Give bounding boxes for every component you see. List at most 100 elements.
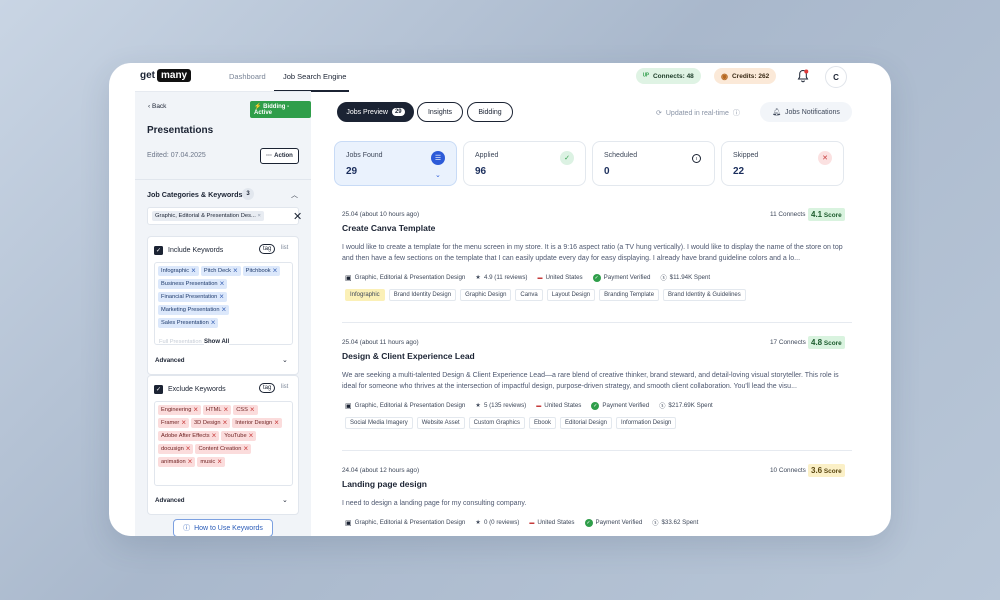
keyword-chip[interactable]: Financial Presentation × bbox=[158, 292, 227, 302]
stat-scheduled[interactable]: Scheduled 0 ı bbox=[592, 141, 715, 186]
job-tag[interactable]: Canva bbox=[515, 289, 543, 301]
remove-icon[interactable]: × bbox=[186, 445, 191, 453]
tag-toggle[interactable]: tag bbox=[259, 244, 276, 254]
keyword-chip[interactable]: Pitchbook × bbox=[242, 266, 281, 276]
stat-jobs-found[interactable]: Jobs Found 29 ☰ ⌄ bbox=[334, 141, 457, 186]
job-meta: ▣ Graphic, Editorial & Presentation Desig… bbox=[345, 518, 698, 527]
bell-icon[interactable] bbox=[797, 69, 809, 83]
remove-icon[interactable]: × bbox=[211, 319, 216, 327]
exclude-checkbox[interactable]: ✓ bbox=[154, 385, 163, 394]
chevron-down-icon[interactable]: ⌄ bbox=[282, 496, 288, 504]
logo[interactable]: get many bbox=[140, 69, 192, 82]
tab-jobs-preview[interactable]: Jobs Preview 29 bbox=[337, 102, 414, 122]
job-tag[interactable]: Editorial Design bbox=[560, 417, 613, 429]
job-tag[interactable]: Brand Identity Design bbox=[388, 289, 457, 301]
remove-icon[interactable]: × bbox=[191, 267, 196, 275]
job-tag[interactable]: Information Design bbox=[616, 417, 677, 429]
keyword-chip[interactable]: Interior Design × bbox=[232, 418, 282, 428]
remove-icon[interactable]: × bbox=[249, 432, 254, 440]
keyword-chip[interactable]: HTML × bbox=[203, 405, 232, 415]
job-tag[interactable]: Layout Design bbox=[546, 289, 596, 301]
keyword-chip[interactable]: Business Presentation × bbox=[158, 279, 228, 289]
credits-badge[interactable]: ◉ Credits: 262 bbox=[714, 68, 777, 84]
keyword-chip[interactable]: animation × bbox=[158, 457, 196, 467]
remove-icon[interactable]: × bbox=[243, 445, 248, 453]
chevron-down-icon[interactable]: ⌄ bbox=[282, 356, 288, 364]
keyword-chip[interactable]: YouTube × bbox=[221, 431, 257, 441]
remove-icon[interactable]: × bbox=[273, 267, 278, 275]
job-tag[interactable]: Website Asset bbox=[416, 417, 465, 429]
remove-icon[interactable]: × bbox=[220, 280, 225, 288]
job-card[interactable]: 24.04 (about 12 hours ago) 10 Connects 3… bbox=[342, 464, 852, 536]
job-tag[interactable]: Ebook bbox=[528, 417, 556, 429]
exclude-keywords-area[interactable]: Engineering × HTML × CSS × Framer × 3D Design × In… bbox=[154, 401, 293, 486]
keyword-chip[interactable]: music × bbox=[197, 457, 225, 467]
job-tag[interactable]: Graphic Design bbox=[460, 289, 512, 301]
avatar[interactable]: C bbox=[825, 66, 847, 88]
remove-icon[interactable]: × bbox=[217, 458, 222, 466]
info-icon[interactable]: ⓘ bbox=[733, 108, 740, 118]
keyword-chip[interactable]: Infographic × bbox=[158, 266, 199, 276]
category-select[interactable]: Graphic, Editorial & Presentation Des...… bbox=[147, 207, 302, 225]
keyword-chip[interactable]: docusign × bbox=[158, 444, 194, 454]
back-link[interactable]: ‹ Back bbox=[148, 103, 166, 110]
chevron-down-icon[interactable]: ⌄ bbox=[435, 171, 441, 179]
keyword-chip[interactable]: Sales Presentation × bbox=[158, 318, 219, 328]
job-tag[interactable]: Custom Graphics bbox=[468, 417, 525, 429]
keyword-chip[interactable]: 3D Design × bbox=[191, 418, 231, 428]
stat-skipped[interactable]: Skipped 22 ✕ bbox=[721, 141, 844, 186]
keyword-chip[interactable]: Framer × bbox=[158, 418, 189, 428]
remove-icon[interactable]: × bbox=[223, 419, 228, 427]
keyword-chip[interactable]: Marketing Presentation × bbox=[158, 305, 230, 315]
remove-icon[interactable]: × bbox=[212, 432, 217, 440]
keyword-chip[interactable]: Engineering × bbox=[158, 405, 202, 415]
star-icon: ★ bbox=[475, 519, 481, 526]
clear-icon[interactable]: ✕ bbox=[293, 210, 302, 223]
nav-tab-job-search-engine[interactable]: Job Search Engine bbox=[283, 72, 346, 81]
stat-applied[interactable]: Applied 96 ✓ bbox=[463, 141, 586, 186]
keyword-chip[interactable]: CSS × bbox=[233, 405, 258, 415]
remove-icon[interactable]: × bbox=[193, 406, 198, 414]
list-toggle[interactable]: list bbox=[281, 245, 288, 251]
remove-icon[interactable]: × bbox=[250, 406, 255, 414]
job-tag[interactable]: Social Media Imagery bbox=[345, 417, 413, 429]
advanced-toggle[interactable]: Advanced bbox=[155, 357, 185, 364]
include-keywords-area[interactable]: Infographic × Pitch Deck × Pitchbook × Busines… bbox=[154, 262, 293, 345]
remove-icon[interactable]: × bbox=[224, 406, 229, 414]
job-tag[interactable]: Branding Template bbox=[599, 289, 660, 301]
nav-tab-dashboard[interactable]: Dashboard bbox=[229, 72, 266, 81]
stat-label: Applied bbox=[475, 152, 499, 159]
advanced-toggle[interactable]: Advanced bbox=[155, 497, 185, 504]
remove-icon[interactable]: × bbox=[233, 267, 238, 275]
remove-icon[interactable]: × bbox=[188, 458, 193, 466]
remove-icon[interactable]: × bbox=[181, 419, 186, 427]
job-title[interactable]: Landing page design bbox=[342, 479, 427, 489]
job-title[interactable]: Design & Client Experience Lead bbox=[342, 351, 475, 361]
remove-icon[interactable]: × bbox=[257, 213, 260, 219]
jobs-notifications-button[interactable]: 🔔︎ Jobs Notifications bbox=[760, 102, 852, 122]
keyword-chip[interactable]: Pitch Deck × bbox=[200, 266, 241, 276]
chevron-up-icon[interactable]: ︿ bbox=[291, 190, 298, 200]
job-title[interactable]: Create Canva Template bbox=[342, 223, 435, 233]
remove-icon[interactable]: × bbox=[274, 419, 279, 427]
list-toggle[interactable]: list bbox=[281, 384, 288, 390]
remove-icon[interactable]: × bbox=[222, 306, 227, 314]
include-checkbox[interactable]: ✓ bbox=[154, 246, 163, 255]
keyword-chip[interactable]: Adobe After Effects × bbox=[158, 431, 220, 441]
job-card[interactable]: 25.04 (about 10 hours ago) 11 Connects 4… bbox=[342, 208, 852, 311]
credits-label: Credits: 262 bbox=[731, 72, 770, 80]
connects-badge[interactable]: ᵁᴾ Connects: 48 bbox=[636, 68, 701, 84]
how-to-use-keywords-button[interactable]: ⓘ How to Use Keywords bbox=[173, 519, 273, 536]
job-tag[interactable]: Brand Identity & Guidelines bbox=[663, 289, 746, 301]
flag-icon: ▬ bbox=[536, 402, 542, 409]
show-all-link[interactable]: Show All bbox=[204, 339, 230, 345]
job-card[interactable]: 25.04 (about 11 hours ago) 17 Connects 4… bbox=[342, 336, 852, 439]
action-button[interactable]: ··· Action bbox=[260, 148, 299, 164]
tag-toggle[interactable]: tag bbox=[259, 383, 276, 393]
tab-insights[interactable]: Insights bbox=[417, 102, 463, 122]
tab-bidding[interactable]: Bidding bbox=[467, 102, 513, 122]
job-tag[interactable]: Infographic bbox=[345, 289, 385, 301]
remove-icon[interactable]: × bbox=[219, 293, 224, 301]
category-chip[interactable]: Graphic, Editorial & Presentation Des...… bbox=[152, 211, 264, 221]
keyword-chip[interactable]: Content Creation × bbox=[195, 444, 252, 454]
